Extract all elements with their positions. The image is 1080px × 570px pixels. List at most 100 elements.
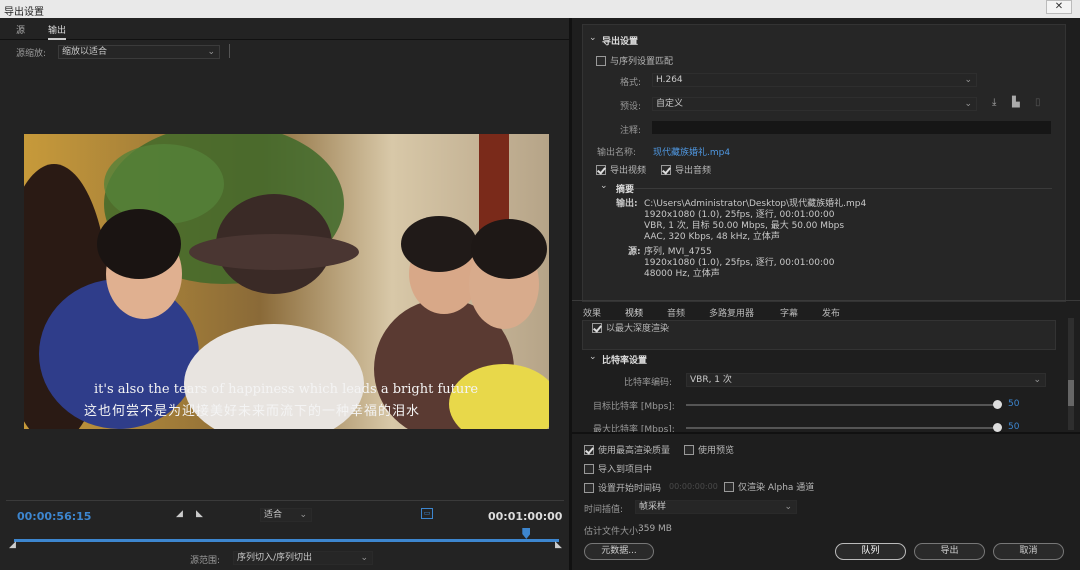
- checkbox[interactable]: [684, 444, 694, 455]
- chevron-down-icon: ⌄: [207, 47, 215, 57]
- summary-output-label: 输出:: [616, 199, 638, 209]
- save-preset-icon[interactable]: ⤓: [992, 97, 996, 108]
- import-project-checkbox[interactable]: 导入到项目中: [584, 462, 652, 475]
- bitrate-encoding-value: VBR, 1 次: [690, 375, 732, 385]
- in-point-icon[interactable]: ◢: [9, 540, 16, 550]
- delete-preset-icon[interactable]: ▯: [1035, 97, 1041, 108]
- format-value: H.264: [656, 75, 683, 85]
- set-start-tc-checkbox[interactable]: 设置开始时间码: [584, 481, 661, 494]
- target-bitrate-label: 目标比特率 [Mbps]:: [593, 402, 675, 412]
- target-bitrate-slider[interactable]: [686, 404, 998, 406]
- subtitle-english: it's also the tears of happiness which l…: [94, 382, 479, 397]
- max-quality-checkbox[interactable]: 使用最高渲染质量: [584, 443, 670, 456]
- export-settings-title: 导出设置: [602, 37, 639, 47]
- time-interp-label: 时间插值:: [584, 505, 624, 515]
- fit-value: 适合: [264, 510, 283, 520]
- time-interp-dropdown[interactable]: 帧采样 ⌄: [635, 500, 797, 514]
- checkbox[interactable]: [596, 55, 606, 66]
- tab-captions[interactable]: 字幕: [780, 306, 798, 319]
- divider: [6, 500, 564, 501]
- export-audio-checkbox[interactable]: 导出音频: [661, 163, 711, 176]
- export-settings-panel: ⌄ 导出设置 与序列设置匹配 格式: H.264 ⌄ 预设: 自定义 ⌄ ⤓ ▙ ▯…: [572, 18, 1080, 570]
- tab-output[interactable]: 输出: [48, 23, 67, 40]
- source-scale-value: 缩放以适合: [62, 47, 108, 57]
- chevron-down-icon: ⌄: [964, 99, 972, 109]
- file-size-value: 359 MB: [638, 524, 672, 534]
- mark-out-icon[interactable]: ◣: [196, 509, 203, 519]
- bitrate-encoding-dropdown[interactable]: VBR, 1 次 ⌄: [686, 373, 1046, 387]
- aspect-ratio-icon[interactable]: ▭: [421, 508, 433, 519]
- summary-source-lines: 序列, MVI_4755 1920x1080 (1.0), 25fps, 逐行,…: [644, 247, 834, 280]
- collapse-icon[interactable]: ⌄: [600, 181, 608, 191]
- chevron-down-icon: ⌄: [299, 510, 307, 520]
- export-button[interactable]: 导出: [914, 543, 985, 560]
- preview-panel: 源 输出 源缩放: 缩放以适合 ⌄ it's also the tears of…: [0, 18, 570, 570]
- format-dropdown[interactable]: H.264 ⌄: [652, 73, 977, 87]
- comment-input[interactable]: [652, 121, 1051, 134]
- target-bitrate-value[interactable]: 50: [1008, 399, 1019, 409]
- window-title: 导出设置: [4, 7, 44, 18]
- source-range-dropdown[interactable]: 序列切入/序列切出 ⌄: [233, 551, 373, 565]
- export-video-checkbox[interactable]: 导出视频: [596, 163, 646, 176]
- source-scale-dropdown[interactable]: 缩放以适合 ⌄: [58, 45, 220, 59]
- checkbox[interactable]: [592, 322, 602, 333]
- start-timecode-value[interactable]: 00:00:00:00: [669, 482, 718, 491]
- metadata-button[interactable]: 元数据...: [584, 543, 654, 560]
- tab-effects[interactable]: 效果: [583, 306, 601, 319]
- cancel-button[interactable]: 取消: [993, 543, 1064, 560]
- max-bitrate-value[interactable]: 50: [1008, 422, 1019, 432]
- alpha-only-label: 仅渲染 Alpha 通道: [738, 483, 815, 493]
- divider: [634, 188, 1052, 189]
- bitrate-settings-title: 比特率设置: [602, 356, 648, 366]
- queue-button[interactable]: 队列: [835, 543, 906, 560]
- time-interp-value: 帧采样: [639, 502, 667, 512]
- divider: [229, 44, 230, 58]
- checkbox[interactable]: [584, 463, 594, 474]
- title-bar: 导出设置 ✕: [0, 0, 1080, 18]
- import-project-label: 导入到项目中: [598, 465, 653, 475]
- max-bitrate-slider[interactable]: [686, 427, 998, 429]
- use-preview-checkbox[interactable]: 使用预览: [684, 443, 734, 456]
- checkbox[interactable]: [661, 164, 671, 175]
- max-quality-label: 使用最高渲染质量: [598, 446, 671, 456]
- divider: [572, 300, 1080, 301]
- preset-dropdown[interactable]: 自定义 ⌄: [652, 97, 977, 111]
- mark-in-icon[interactable]: ◢: [176, 509, 183, 519]
- scrollbar[interactable]: [1068, 318, 1074, 430]
- checkbox[interactable]: [584, 444, 594, 455]
- checkbox[interactable]: [584, 482, 594, 493]
- collapse-icon[interactable]: ⌄: [589, 33, 597, 43]
- preset-value: 自定义: [656, 99, 684, 109]
- checkbox[interactable]: [596, 164, 606, 175]
- alpha-only-checkbox[interactable]: 仅渲染 Alpha 通道: [724, 480, 814, 493]
- bitrate-encoding-label: 比特率编码:: [624, 378, 673, 388]
- out-point-icon[interactable]: ◣: [555, 540, 562, 550]
- max-bitrate-knob[interactable]: [993, 423, 1002, 432]
- target-bitrate-knob[interactable]: [993, 400, 1002, 409]
- fit-dropdown[interactable]: 适合 ⌄: [260, 508, 312, 522]
- subtitle-chinese: 这也何尝不是为迎接美好未来而流下的一种幸福的泪水: [84, 404, 421, 419]
- playhead[interactable]: [522, 528, 531, 539]
- divider: [572, 432, 1080, 434]
- timeline-bar[interactable]: [14, 539, 559, 542]
- panel-splitter[interactable]: [569, 18, 572, 570]
- close-button[interactable]: ✕: [1046, 0, 1072, 14]
- preset-label: 预设:: [620, 102, 642, 112]
- export-audio-label: 导出音频: [675, 166, 712, 176]
- current-timecode[interactable]: 00:00:56:15: [17, 510, 91, 523]
- tab-source[interactable]: 源: [16, 23, 25, 36]
- format-label: 格式:: [620, 78, 642, 88]
- tab-multiplexer[interactable]: 多路复用器: [709, 306, 754, 319]
- export-video-label: 导出视频: [610, 166, 647, 176]
- tab-audio[interactable]: 音频: [667, 306, 685, 319]
- max-depth-checkbox[interactable]: 以最大深度渲染: [592, 321, 669, 334]
- comment-label: 注释:: [620, 126, 642, 136]
- scrollbar-thumb[interactable]: [1068, 380, 1074, 406]
- chevron-down-icon: ⌄: [360, 553, 368, 563]
- output-name-link[interactable]: 现代藏族婚礼.mp4: [653, 145, 730, 158]
- match-sequence-checkbox[interactable]: 与序列设置匹配: [596, 54, 673, 67]
- checkbox[interactable]: [724, 481, 734, 492]
- collapse-icon[interactable]: ⌄: [589, 352, 597, 362]
- import-preset-icon[interactable]: ▙: [1012, 97, 1020, 108]
- tab-publish[interactable]: 发布: [822, 306, 840, 319]
